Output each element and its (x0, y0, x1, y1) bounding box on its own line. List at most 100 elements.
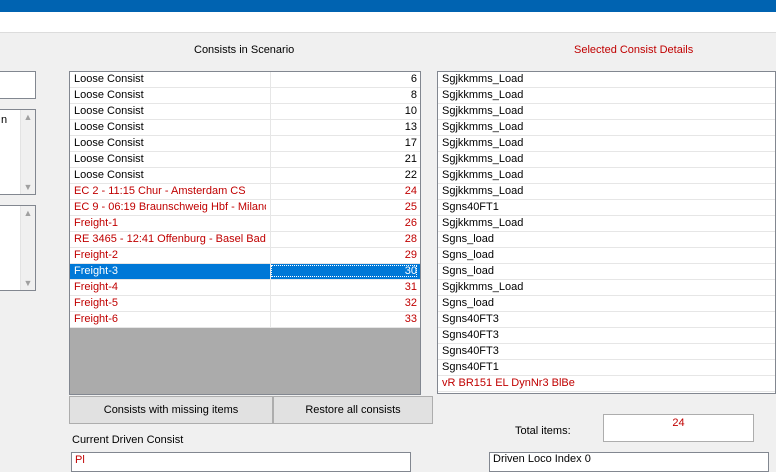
detail-item-text: Sgns_load (442, 233, 494, 245)
consist-name-cell: Loose Consist (74, 153, 144, 165)
left-list-bottom[interactable]: ▲ ▼ (0, 205, 36, 291)
detail-item-text: Sgns40FT1 (442, 361, 499, 373)
total-items-value: 24 (672, 417, 685, 429)
scroll-down-icon[interactable]: ▼ (21, 180, 35, 194)
list-item[interactable]: Sgns_load (438, 296, 775, 312)
table-row[interactable]: Loose Consist 10 (70, 104, 420, 120)
table-row[interactable]: Loose Consist 17 (70, 136, 420, 152)
list-item[interactable]: Sgjkkmms_Load (438, 168, 775, 184)
scroll-up-icon[interactable]: ▲ (21, 110, 35, 124)
consist-id-cell: 22 (404, 169, 417, 181)
current-driven-consist-field[interactable]: Pl (71, 452, 411, 472)
table-row[interactable]: Freight-3 30 (70, 264, 420, 280)
consist-name-cell: Loose Consist (74, 169, 144, 181)
list-item[interactable]: Sgjkkmms_Load (438, 72, 775, 88)
consist-details-list[interactable]: Sgjkkmms_Load Sgjkkmms_Load Sgjkkmms_Load S… (437, 71, 776, 394)
consist-name-cell: Freight-1 (74, 217, 119, 229)
table-row[interactable]: Loose Consist 21 (70, 152, 420, 168)
table-row[interactable]: Loose Consist 13 (70, 120, 420, 136)
detail-item-text: Sgjkkmms_Load (442, 281, 524, 293)
consist-id-cell: 29 (404, 249, 417, 261)
list-item[interactable]: Sgns40FT3 (438, 312, 775, 328)
consist-id-cell: 17 (404, 137, 417, 149)
detail-item-text: Sgns_load (442, 249, 494, 261)
detail-item-text: Sgjkkmms_Load (442, 217, 524, 229)
consist-id-cell: 24 (404, 185, 417, 197)
consist-name-cell: RE 3465 - 12:41 Offenburg - Basel Bad Bf (74, 233, 266, 245)
consist-name-cell: Freight-4 (74, 281, 119, 293)
list-item[interactable]: Sgns40FT1 (438, 200, 775, 216)
table-row[interactable]: EC 9 - 06:19 Braunschweig Hbf - Milano C… (70, 200, 420, 216)
driven-loco-index-value: Driven Loco Index 0 (493, 453, 591, 465)
table-row[interactable]: Freight-5 32 (70, 296, 420, 312)
list-item[interactable]: Sgjkkmms_Load (438, 184, 775, 200)
list-item[interactable]: Sgns40FT1 (438, 360, 775, 376)
left-list-scrollbar[interactable]: ▲ ▼ (20, 206, 35, 290)
list-item[interactable]: Sgjkkmms_Load (438, 216, 775, 232)
consist-name-cell: Freight-5 (74, 297, 119, 309)
list-item[interactable]: Sgjkkmms_Load (438, 120, 775, 136)
consist-name-cell: Freight-2 (74, 249, 119, 261)
list-item[interactable]: Sgns_load (438, 264, 775, 280)
current-driven-consist-value: Pl (75, 454, 85, 466)
consist-name-cell: Loose Consist (74, 89, 144, 101)
consist-name-cell: EC 9 - 06:19 Braunschweig Hbf - Milano C (74, 201, 266, 213)
detail-item-text: Sgjkkmms_Load (442, 89, 524, 101)
scroll-down-icon[interactable]: ▼ (21, 276, 35, 290)
list-item[interactable]: Sgjkkmms_Load (438, 88, 775, 104)
detail-item-text: Sgjkkmms_Load (442, 73, 524, 85)
consist-id-cell: 8 (410, 89, 417, 101)
list-item[interactable]: vR BR151 EL DynNr3 BlBe (438, 376, 775, 392)
list-item[interactable]: Sgns40FT3 (438, 344, 775, 360)
detail-item-text: Sgns40FT3 (442, 329, 499, 341)
detail-item-text: Sgjkkmms_Load (442, 169, 524, 181)
detail-item-text: Sgns40FT3 (442, 313, 499, 325)
list-item[interactable]: Sgns_load (438, 232, 775, 248)
table-row[interactable]: Loose Consist 8 (70, 88, 420, 104)
consist-id-cell: 26 (404, 217, 417, 229)
list-item[interactable]: Sgjkkmms_Load (438, 152, 775, 168)
driven-loco-index-field[interactable]: Driven Loco Index 0 (489, 452, 769, 472)
left-list-item: n (1, 114, 8, 126)
table-row[interactable]: Freight-4 31 (70, 280, 420, 296)
consist-name-cell: Loose Consist (74, 105, 144, 117)
consist-id-cell: 10 (404, 105, 417, 117)
detail-item-text: Sgns40FT1 (442, 201, 499, 213)
table-row[interactable]: Loose Consist 6 (70, 72, 420, 88)
scroll-up-icon[interactable]: ▲ (21, 206, 35, 220)
table-row[interactable]: Freight-2 29 (70, 248, 420, 264)
total-items-field: 24 (603, 414, 754, 442)
list-item[interactable]: Sgjkkmms_Load (438, 104, 775, 120)
table-row[interactable]: Loose Consist 22 (70, 168, 420, 184)
list-item[interactable]: Sgjkkmms_Load (438, 136, 775, 152)
consists-with-missing-items-button[interactable]: Consists with missing items (69, 396, 273, 424)
consist-id-cell: 21 (404, 153, 417, 165)
table-row[interactable]: Freight-6 33 (70, 312, 420, 328)
consist-id-cell: 31 (404, 281, 417, 293)
detail-item-text: Sgjkkmms_Load (442, 185, 524, 197)
detail-item-text: Sgjkkmms_Load (442, 121, 524, 133)
selected-consist-details-heading: Selected Consist Details (574, 44, 694, 56)
left-text-field[interactable] (0, 71, 36, 99)
table-row[interactable]: Freight-1 26 (70, 216, 420, 232)
list-item[interactable]: Sgns40FT3 (438, 328, 775, 344)
detail-item-text: Sgjkkmms_Load (442, 137, 524, 149)
consist-id-cell: 33 (404, 313, 417, 325)
left-list-top[interactable]: n ▲ ▼ (0, 109, 36, 195)
table-row[interactable]: EC 2 - 11:15 Chur - Amsterdam CS 24 (70, 184, 420, 200)
consists-table[interactable]: Loose Consist 6 Loose Consist 8 Loose Consis… (69, 71, 421, 395)
consist-id-cell: 32 (404, 297, 417, 309)
consists-in-scenario-heading: Consists in Scenario (194, 44, 295, 56)
menu-strip (0, 12, 776, 33)
consist-id-cell: 25 (404, 201, 417, 213)
table-row[interactable]: RE 3465 - 12:41 Offenburg - Basel Bad Bf… (70, 232, 420, 248)
consist-name-cell: Loose Consist (74, 121, 144, 133)
consist-id-cell: 30 (271, 265, 417, 277)
total-items-label: Total items: (515, 425, 571, 437)
left-list-scrollbar[interactable]: ▲ ▼ (20, 110, 35, 194)
restore-all-consists-button[interactable]: Restore all consists (273, 396, 433, 424)
list-item[interactable]: Sgjkkmms_Load (438, 280, 775, 296)
consist-name-cell: Freight-3 (74, 265, 119, 277)
detail-item-text: Sgns_load (442, 297, 494, 309)
list-item[interactable]: Sgns_load (438, 248, 775, 264)
